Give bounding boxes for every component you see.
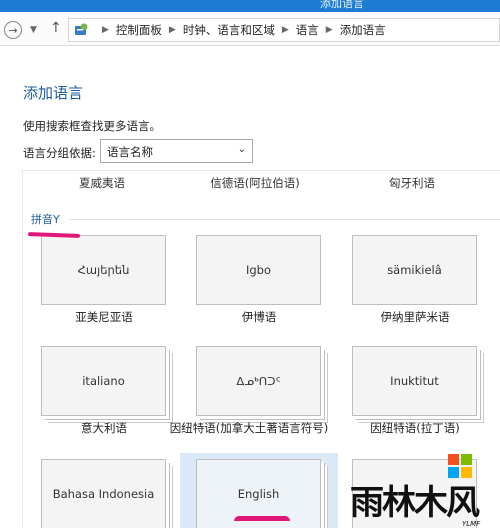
language-name[interactable]: 匈牙利语 <box>347 175 477 191</box>
tile-native-name: ᐃᓄᒃᑎᑐᑦ <box>236 374 281 388</box>
language-tile-igbo[interactable]: Igbo <box>196 235 321 305</box>
tile-native-name: Հայերեն <box>77 263 130 277</box>
breadcrumb-separator-icon: ▶ <box>281 25 289 35</box>
language-tile-armenian[interactable]: Հայերեն <box>41 235 166 305</box>
group-divider <box>69 219 500 220</box>
tile-language-name: 伊纳里萨米语 <box>380 310 450 324</box>
ylmf-watermark-logo: 雨林木风 YLMF <box>350 452 500 528</box>
tile-native-name: Inuktitut <box>390 374 439 388</box>
tile-native-name: Bahasa Indonesia <box>52 487 155 501</box>
up-arrow-icon[interactable]: ↑ <box>50 20 62 36</box>
breadcrumb-item[interactable]: 添加语言 <box>340 22 386 38</box>
breadcrumb-separator-icon: ▶ <box>168 25 176 35</box>
history-dropdown-icon[interactable]: ▼ <box>30 25 37 35</box>
title-bar: 添加语言 <box>0 0 500 12</box>
tile-native-name: sämikielâ <box>387 263 442 277</box>
window-title: 添加语言 <box>320 0 364 10</box>
language-name[interactable]: 信德语(阿拉伯语) <box>190 175 320 191</box>
breadcrumb-separator-icon: ▶ <box>325 25 333 35</box>
tile-language-name: 意大利语 <box>81 421 127 435</box>
back-button[interactable]: → <box>4 21 22 39</box>
breadcrumb-item[interactable]: 语言 <box>296 22 319 38</box>
group-by-label: 语言分组依据: <box>23 146 96 160</box>
navigation-bar: → ▼ ↑ ▶ 控制面板 ▶ 时钟、语言和区域 ▶ 语言 ▶ 添加语言 <box>0 12 500 46</box>
chevron-down-icon: ⌄ <box>237 144 246 155</box>
tile-language-name: 因纽特语(拉丁语) <box>370 421 460 435</box>
breadcrumb-item[interactable]: 时钟、语言和区域 <box>183 22 275 38</box>
group-by-select[interactable]: 语言名称 ⌄ <box>100 139 253 163</box>
tile-native-name: English <box>237 487 280 501</box>
tile-native-name: Igbo <box>245 263 272 277</box>
control-panel-icon <box>75 23 88 35</box>
group-header: 拼音Y <box>31 213 60 226</box>
tile-language-name: 亚美尼亚语 <box>75 310 133 324</box>
tile-language-name: 因纽特语(加拿大土著语言符号) <box>169 421 329 435</box>
page-description: 使用搜索框查找更多语言。 <box>23 119 161 133</box>
tile-native-name: italiano <box>82 374 125 388</box>
breadcrumb-item[interactable]: 控制面板 <box>116 22 162 38</box>
address-bar[interactable]: ▶ 控制面板 ▶ 时钟、语言和区域 ▶ 语言 ▶ 添加语言 <box>68 18 500 42</box>
watermark-text: 雨林木风 <box>350 483 480 523</box>
language-tile-italian[interactable]: italiano <box>41 346 166 416</box>
language-name[interactable]: 夏威夷语 <box>37 175 167 191</box>
group-by-value: 语言名称 <box>107 145 153 159</box>
back-arrow-icon: → <box>8 23 18 37</box>
language-tile-indonesian[interactable]: Bahasa Indonesia <box>41 459 166 528</box>
language-tile-inuktitut-syllabics[interactable]: ᐃᓄᒃᑎᑐᑦ <box>196 346 321 416</box>
breadcrumb-separator-icon: ▶ <box>102 25 109 35</box>
annotation-circle-mark <box>234 516 290 521</box>
language-tile-inari-sami[interactable]: sämikielâ <box>352 235 477 305</box>
windows-logo-icon: 雨林木风 YLMF <box>350 454 482 528</box>
page-title: 添加语言 <box>23 84 84 102</box>
watermark-subtext: YLMF <box>462 520 481 528</box>
tile-language-name: 伊博语 <box>241 310 277 324</box>
language-tile-inuktitut-latin[interactable]: Inuktitut <box>352 346 477 416</box>
